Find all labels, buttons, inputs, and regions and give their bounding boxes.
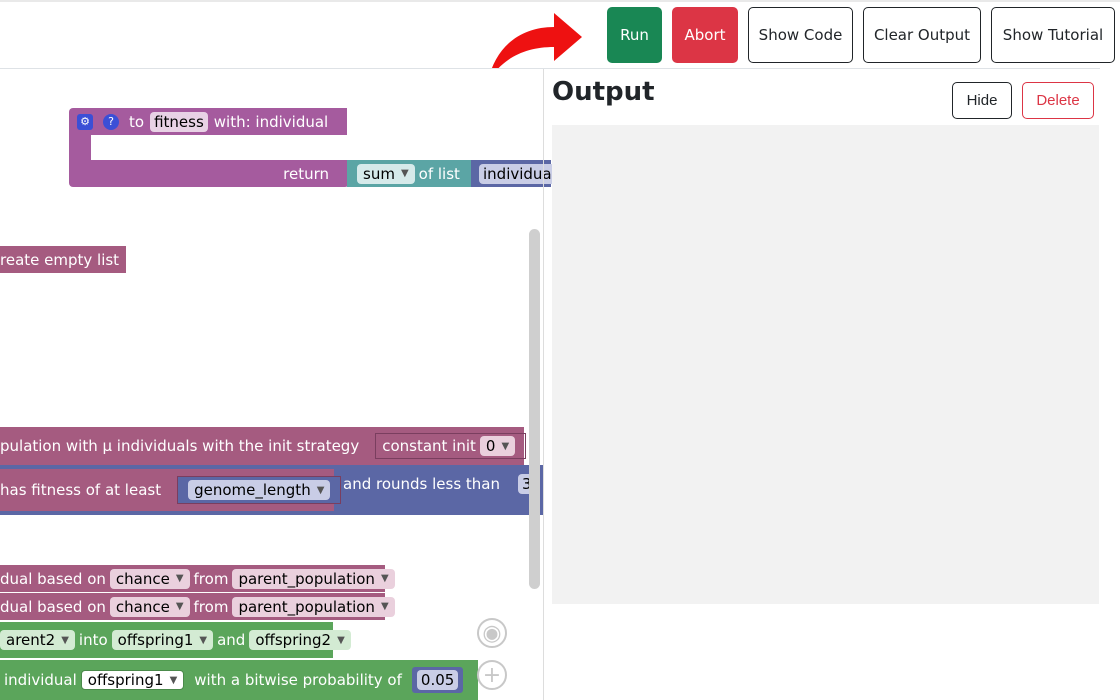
mutation-target-dropdown[interactable]: offspring1 ▼ bbox=[80, 670, 185, 690]
fitness-condition-block[interactable]: has fitness of at least genome_length ▼ bbox=[0, 469, 342, 511]
hide-button[interactable]: Hide bbox=[952, 82, 1012, 119]
population-value: parent_population bbox=[238, 569, 375, 588]
selection-method-value: chance bbox=[115, 597, 170, 616]
select-individual-block[interactable]: dual based on chance ▼ from parent_popula… bbox=[0, 565, 395, 592]
abort-button[interactable]: Abort bbox=[672, 7, 738, 63]
from-label: from bbox=[193, 597, 229, 616]
selection-method-dropdown[interactable]: chance ▼ bbox=[109, 568, 190, 589]
workspace-scrollbar[interactable] bbox=[529, 229, 540, 589]
toolbar-top-border bbox=[0, 0, 1120, 2]
probability-block[interactable]: 0.05 bbox=[411, 667, 464, 693]
strategy-label: constant init bbox=[382, 437, 476, 455]
create-list-label: reate empty list bbox=[0, 250, 120, 269]
population-dropdown[interactable]: parent_population ▼ bbox=[232, 596, 395, 617]
return-label: return bbox=[283, 164, 329, 183]
init-population-block[interactable]: pulation with μ individuals with the ini… bbox=[0, 427, 527, 465]
selection-method-value: chance bbox=[115, 569, 170, 588]
chevron-down-icon: ▼ bbox=[400, 168, 409, 179]
output-title: Output bbox=[552, 77, 655, 107]
variable-name[interactable]: individua bbox=[479, 163, 556, 184]
to-label: to bbox=[129, 112, 145, 131]
panel-divider bbox=[543, 69, 544, 700]
crossover-block[interactable]: arent2 ▼ into offspring1 ▼ and offspring2 ▼ bbox=[0, 622, 351, 658]
output-console bbox=[552, 125, 1099, 604]
help-icon[interactable]: ? bbox=[103, 113, 119, 130]
select-label: dual based on bbox=[0, 569, 106, 588]
and-label: and bbox=[217, 631, 246, 649]
delete-button[interactable]: Delete bbox=[1022, 82, 1094, 119]
mutation-prefix: individual bbox=[4, 671, 77, 689]
rounds-label: and rounds less than bbox=[343, 475, 501, 493]
select-label: dual based on bbox=[0, 597, 106, 616]
clear-output-button[interactable]: Clear Output bbox=[863, 7, 981, 63]
show-tutorial-button[interactable]: Show Tutorial bbox=[991, 7, 1115, 63]
population-dropdown[interactable]: parent_population ▼ bbox=[232, 568, 395, 589]
into-label: into bbox=[78, 631, 108, 649]
chevron-down-icon: ▼ bbox=[199, 634, 208, 646]
show-code-button[interactable]: Show Code bbox=[748, 7, 853, 63]
sum-dropdown-value: sum bbox=[363, 164, 395, 183]
child1-value: offspring1 bbox=[117, 631, 194, 649]
chevron-down-icon: ▼ bbox=[175, 601, 184, 612]
recenter-icon[interactable]: ◉ bbox=[477, 618, 507, 648]
procedure-body-arm bbox=[69, 135, 91, 162]
create-empty-list-block[interactable]: reate empty list bbox=[0, 246, 126, 273]
population-value: parent_population bbox=[238, 597, 375, 616]
selection-method-dropdown[interactable]: chance ▼ bbox=[109, 596, 190, 617]
chevron-down-icon: ▼ bbox=[169, 674, 178, 686]
genome-length-dropdown[interactable]: genome_length ▼ bbox=[188, 480, 331, 500]
child2-dropdown[interactable]: offspring2 ▼ bbox=[249, 630, 351, 650]
rounds-condition[interactable]: and rounds less than 3 bbox=[343, 474, 536, 494]
from-label: from bbox=[193, 569, 229, 588]
genome-length-block[interactable]: genome_length ▼ bbox=[177, 476, 342, 504]
math-on-list-block[interactable]: sum ▼ of list bbox=[347, 160, 471, 187]
mutation-block[interactable]: individual offspring1 ▼ with a bitwise pr… bbox=[0, 660, 478, 700]
with-label: with: individual bbox=[213, 112, 329, 131]
genome-length-value: genome_length bbox=[194, 481, 311, 499]
mutation-label: with a bitwise probability of bbox=[194, 671, 402, 689]
init-strategy-block[interactable]: constant init 0 ▼ bbox=[375, 433, 527, 459]
gear-icon[interactable]: ⚙ bbox=[77, 113, 93, 130]
child1-dropdown[interactable]: offspring1 ▼ bbox=[111, 630, 214, 650]
procedure-return-row[interactable]: return bbox=[69, 160, 349, 187]
run-button[interactable]: Run bbox=[607, 7, 662, 63]
chevron-down-icon: ▼ bbox=[380, 573, 389, 584]
chevron-down-icon: ▼ bbox=[337, 634, 345, 646]
fitness-procedure-block[interactable]: ⚙ ? to fitness with: individual bbox=[69, 108, 347, 135]
zoom-in-icon[interactable]: + bbox=[477, 660, 507, 690]
mutation-target-value: offspring1 bbox=[87, 671, 164, 689]
of-list-label: of list bbox=[418, 164, 460, 183]
init-value-dropdown[interactable]: 0 ▼ bbox=[479, 436, 516, 456]
chevron-down-icon: ▼ bbox=[316, 484, 325, 496]
variable-block[interactable]: individua bbox=[471, 160, 556, 187]
chevron-down-icon: ▼ bbox=[61, 634, 69, 646]
procedure-name-field[interactable]: fitness bbox=[150, 111, 208, 132]
probability-value[interactable]: 0.05 bbox=[416, 670, 459, 690]
fitness-condition-label: has fitness of at least bbox=[0, 481, 162, 499]
chevron-down-icon: ▼ bbox=[175, 573, 184, 584]
sum-dropdown[interactable]: sum ▼ bbox=[357, 163, 415, 184]
init-value: 0 bbox=[485, 437, 496, 455]
parent-value: arent2 bbox=[6, 631, 56, 649]
child2-value: offspring2 bbox=[255, 631, 332, 649]
chevron-down-icon: ▼ bbox=[501, 440, 510, 452]
chevron-down-icon: ▼ bbox=[380, 601, 389, 612]
parent-dropdown[interactable]: arent2 ▼ bbox=[0, 630, 75, 650]
init-population-label: pulation with μ individuals with the ini… bbox=[0, 437, 360, 455]
select-individual-block[interactable]: dual based on chance ▼ from parent_popula… bbox=[0, 593, 395, 620]
